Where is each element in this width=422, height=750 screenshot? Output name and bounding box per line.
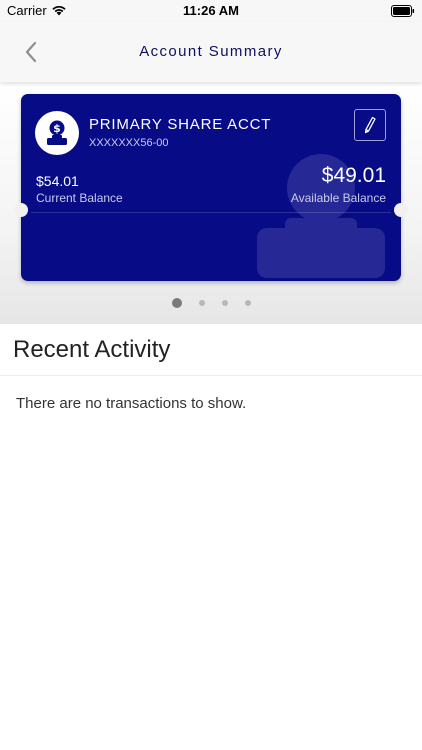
card-divider xyxy=(31,212,391,213)
svg-text:$: $ xyxy=(53,122,61,135)
current-balance-label: Current Balance xyxy=(36,191,123,205)
account-card[interactable]: $ PRIMARY SHARE ACCT XXXXXXX56-00 $54.01… xyxy=(21,94,401,281)
status-bar: Carrier 11:26 AM xyxy=(0,0,422,22)
status-time: 11:26 AM xyxy=(183,3,239,18)
pencil-icon xyxy=(364,116,376,134)
recent-activity-section: Recent Activity There are no transaction… xyxy=(0,324,422,750)
page-indicator xyxy=(0,296,422,310)
empty-transactions-message: There are no transactions to show. xyxy=(16,395,247,412)
account-number: XXXXXXX56-00 xyxy=(89,137,169,149)
available-balance-label: Available Balance xyxy=(290,191,386,205)
section-divider xyxy=(0,375,422,376)
nav-header: Account Summary xyxy=(0,22,422,82)
card-notch-right xyxy=(394,203,408,217)
edit-account-button[interactable] xyxy=(354,109,386,141)
page-dot[interactable] xyxy=(198,300,205,306)
available-balance-value: $49.01 xyxy=(321,164,386,187)
page-title: Account Summary xyxy=(139,43,283,60)
money-hand-watermark-icon xyxy=(257,154,385,278)
page-dot[interactable] xyxy=(221,300,228,306)
money-hand-icon: $ xyxy=(47,120,67,145)
account-carousel[interactable]: $ PRIMARY SHARE ACCT XXXXXXX56-00 $54.01… xyxy=(0,82,422,324)
account-name: PRIMARY SHARE ACCT xyxy=(89,116,272,133)
card-notch-left xyxy=(14,203,28,217)
account-avatar: $ xyxy=(35,111,79,155)
current-balance-value: $54.01 xyxy=(36,173,79,189)
page-dot[interactable] xyxy=(171,298,182,308)
recent-activity-title: Recent Activity xyxy=(13,336,171,363)
page-dot[interactable] xyxy=(244,300,251,306)
battery-icon xyxy=(391,5,415,17)
